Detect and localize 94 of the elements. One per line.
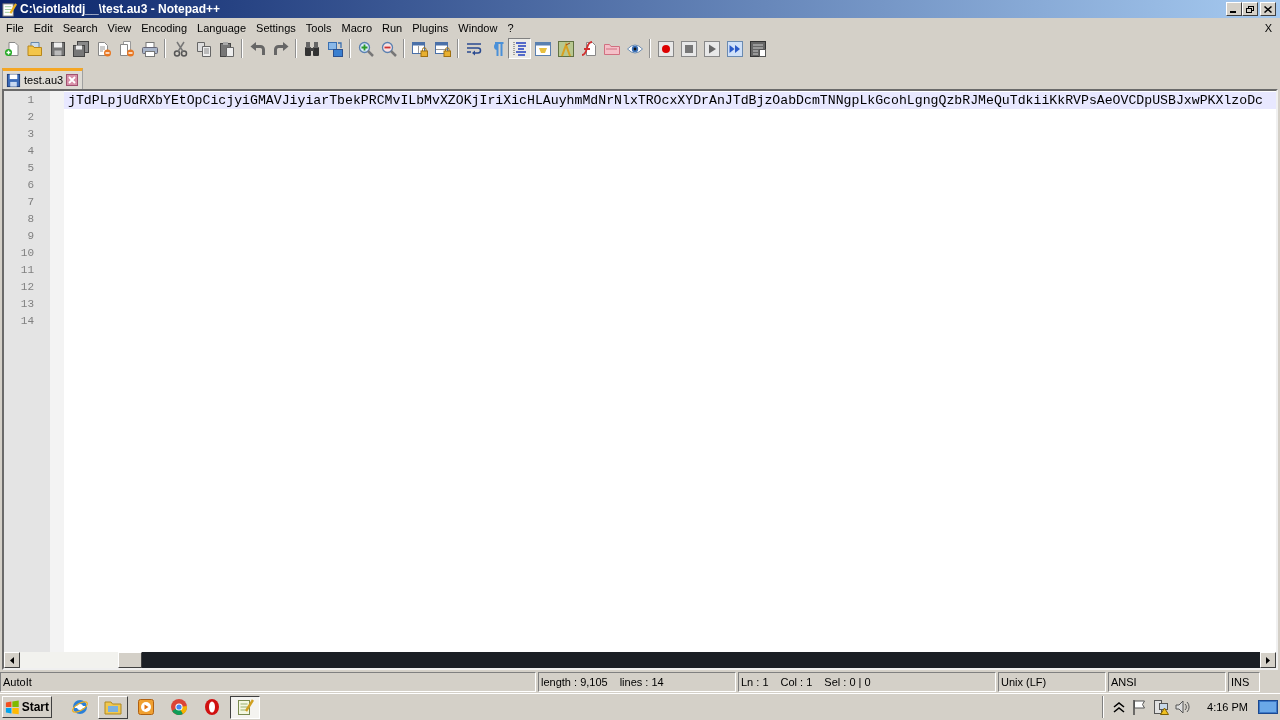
- scroll-right-button[interactable]: [1260, 652, 1276, 668]
- menu-item[interactable]: Encoding: [136, 20, 193, 36]
- copy-icon: [195, 40, 212, 57]
- window-icon: [534, 40, 551, 57]
- menu-item[interactable]: Window: [453, 20, 503, 36]
- start-button[interactable]: Start: [2, 696, 52, 718]
- network-warning-icon[interactable]: [1153, 699, 1170, 715]
- flag-logo-icon: [5, 699, 20, 715]
- circle-logo-icon: [170, 698, 188, 716]
- documents-minus-icon: [118, 40, 135, 57]
- scissors-icon: [172, 40, 189, 57]
- status-text: lines : 14: [619, 676, 664, 688]
- ring-logo-icon: [203, 698, 221, 716]
- play-icon: [137, 698, 155, 716]
- window-lock-icon: [411, 40, 428, 57]
- taskbar-button[interactable]: [230, 695, 260, 719]
- window-title: C:\ciotlaltdj__\test.au3 - Notepad++: [20, 2, 222, 16]
- menu-item[interactable]: Search: [57, 20, 103, 36]
- close-button[interactable]: [1260, 2, 1276, 16]
- menu-item[interactable]: Edit: [28, 20, 58, 36]
- line-number: 14: [20, 315, 34, 328]
- macro-list-icon: [749, 40, 766, 57]
- zoom-out-icon: [380, 40, 397, 57]
- restore-button[interactable]: [1242, 2, 1258, 16]
- document-minus-icon: [95, 40, 112, 57]
- triangle-right-icon: [1266, 656, 1270, 664]
- line-number: 1: [27, 94, 34, 107]
- close-icon[interactable]: [66, 74, 79, 86]
- status-text: ANSI: [1111, 676, 1137, 688]
- word-wrap-icon: [465, 40, 482, 57]
- status-text: Sel : 0 | 0: [824, 676, 871, 688]
- menu-item[interactable]: Language: [192, 20, 252, 36]
- line-number: 4: [27, 145, 34, 158]
- printer-icon: [141, 40, 158, 57]
- menu-item[interactable]: Tools: [300, 20, 337, 36]
- new-document-icon: [3, 40, 20, 57]
- function-icon: [580, 40, 597, 57]
- line-number: 10: [20, 247, 34, 260]
- folder-icon: [104, 698, 122, 716]
- indent-guide-icon: [511, 40, 528, 57]
- menu-item[interactable]: File: [1, 20, 29, 36]
- menu-item[interactable]: ?: [502, 20, 519, 36]
- folder-icon: [26, 40, 43, 57]
- flag-icon[interactable]: [1131, 699, 1148, 715]
- redo-icon: [272, 40, 289, 57]
- menu-item[interactable]: Run: [377, 20, 408, 36]
- double-chevron-icon[interactable]: [1113, 699, 1126, 715]
- minimize-button[interactable]: [1226, 2, 1242, 16]
- close-document-button[interactable]: X: [1259, 20, 1277, 36]
- clipboard-icon: [218, 40, 235, 57]
- menu-item[interactable]: Plugins: [407, 20, 454, 36]
- status-text: INS: [1231, 676, 1250, 688]
- status-text: AutoIt: [3, 676, 32, 688]
- code-text: jTdPLpjUdRXbYEtOpCicjyiGMAVJiyiarTbekPRCMvILbMvXZOKjIriXicHLAuyhmMdNrNlxTROcxXYDrAnJTdBjzOabDcmTNNgpLkGcohLgngQzbRJMeQuTdkiiKkRVPsAeOVCDpUSBJxwPKXlzoDc: [67, 93, 1263, 108]
- window-lock-icon: [434, 40, 451, 57]
- monitor-icon[interactable]: [1258, 699, 1278, 715]
- play-icon: [703, 40, 720, 57]
- zoom-in-icon: [357, 40, 374, 57]
- speaker-icon[interactable]: [1175, 699, 1192, 715]
- status-text: Col : 1: [780, 676, 813, 688]
- line-number: 11: [20, 264, 34, 277]
- stop-icon: [680, 40, 697, 57]
- replace-icon: [326, 40, 343, 57]
- clock[interactable]: 4:16 PM: [1207, 701, 1248, 713]
- fast-forward-icon: [726, 40, 743, 57]
- line-number: 3: [27, 128, 34, 141]
- line-number: 5: [27, 162, 34, 175]
- line-number: 2: [27, 111, 34, 124]
- notepad-icon: [2, 1, 17, 17]
- status-text: length : 9,105: [541, 676, 608, 688]
- floppy-disks-icon: [72, 40, 89, 57]
- record-icon: [657, 40, 674, 57]
- line-number: 7: [27, 196, 34, 209]
- binoculars-icon: [303, 40, 320, 57]
- line-number: 12: [20, 281, 34, 294]
- menu-item[interactable]: View: [102, 20, 137, 36]
- status-text: Unix (LF): [1001, 676, 1047, 688]
- triangle-left-icon: [10, 656, 14, 664]
- scroll-left-button[interactable]: [4, 652, 20, 668]
- scrollbar-thumb[interactable]: [118, 652, 142, 668]
- line-number: 8: [27, 213, 34, 226]
- undo-icon: [249, 40, 266, 57]
- restore-icon: [1246, 5, 1254, 13]
- line-number: 9: [27, 230, 34, 243]
- close-icon: [1264, 5, 1272, 13]
- menu-item[interactable]: Macro: [336, 20, 378, 36]
- file-tab[interactable]: test.au3: [2, 68, 84, 89]
- map-icon: [557, 40, 574, 57]
- line-number: 13: [20, 298, 34, 311]
- status-text: Ln : 1: [741, 676, 769, 688]
- globe-icon: [71, 698, 89, 716]
- line-number: 6: [27, 179, 34, 192]
- menu-item[interactable]: Settings: [251, 20, 301, 36]
- notepad-pen-icon: [236, 698, 254, 716]
